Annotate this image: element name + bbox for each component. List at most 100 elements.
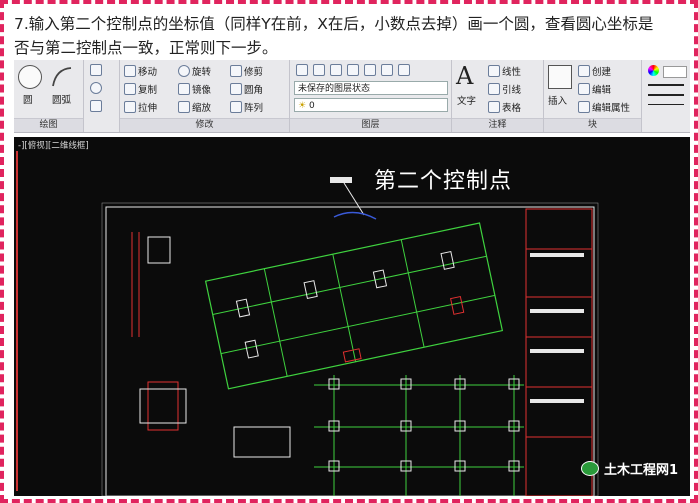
- create-label: 创建: [592, 67, 612, 78]
- trim-label: 修剪: [244, 67, 264, 78]
- insert-button-label[interactable]: 插入: [548, 93, 567, 107]
- layer-off-icon[interactable]: [381, 64, 393, 76]
- rotate-label: 旋转: [192, 67, 212, 78]
- lineweight-line[interactable]: [648, 84, 684, 86]
- edit-block-icon: [578, 83, 590, 95]
- edit-attributes-label: 编辑属性: [592, 103, 631, 114]
- move-icon: [124, 65, 136, 77]
- trim-button[interactable]: 修剪: [230, 64, 263, 78]
- panel-label-block: 块: [544, 118, 641, 132]
- pile-cap-7: [450, 295, 465, 315]
- plan-grid-v1: [263, 268, 288, 377]
- panel-label-modify: 修改: [120, 118, 289, 132]
- edit-label: 编辑: [592, 85, 612, 96]
- color-swatch[interactable]: [663, 66, 687, 78]
- ellipse-icon: [90, 82, 102, 94]
- layer-previous-icon[interactable]: [330, 64, 342, 76]
- ellipse-tool[interactable]: [90, 82, 102, 94]
- current-layer-value: 0: [308, 101, 315, 111]
- array-icon: [230, 101, 242, 113]
- layer-state-dropdown[interactable]: 未保存的图层状态: [294, 81, 448, 95]
- layer-properties-icon[interactable]: [296, 64, 308, 76]
- leader-icon: [488, 83, 500, 95]
- create-block-button[interactable]: 创建: [578, 64, 611, 78]
- panel-properties: [642, 60, 690, 132]
- linear-dimension-button[interactable]: 线性: [488, 64, 521, 78]
- detail-1-column: [147, 236, 171, 264]
- detail-2-outline: [139, 388, 187, 424]
- transparency-line[interactable]: [648, 104, 684, 105]
- linear-dimension-icon: [488, 65, 500, 77]
- title-bar-2: [530, 309, 584, 313]
- mirror-button[interactable]: 镜像: [178, 82, 211, 96]
- layer-freeze-icon[interactable]: [364, 64, 376, 76]
- drawing-canvas[interactable]: -][俯视][二维线框] 第二个控制点 土木工程网1: [14, 137, 690, 496]
- lower-plan: [314, 375, 524, 496]
- scale-label: 缩放: [192, 103, 212, 114]
- stretch-button[interactable]: 拉伸: [124, 100, 157, 114]
- callout-leader: [343, 182, 365, 216]
- scale-icon: [178, 101, 190, 113]
- cad-drawing: [101, 177, 599, 496]
- instruction-caption: 7.输入第二个控制点的坐标值（同样Y在前，X在后，小数点去掉）画一个圆，查看圆心…: [14, 12, 694, 60]
- insert-block-icon[interactable]: [548, 65, 572, 89]
- rectangle-tool[interactable]: [90, 64, 102, 76]
- rectangle-icon: [90, 64, 102, 76]
- panel-annotation: A 文字 线性 引线 表格 注释: [452, 60, 544, 132]
- text-tool-icon[interactable]: A: [456, 62, 473, 90]
- mirror-icon: [178, 83, 190, 95]
- table-label: 表格: [502, 103, 522, 114]
- panel-layers: 未保存的图层状态 ☀ 0 图层: [290, 60, 452, 132]
- circle-icon[interactable]: [18, 65, 42, 89]
- title-bar-4: [530, 399, 584, 403]
- control-point-marker: [333, 211, 377, 220]
- rotated-plan: [204, 222, 504, 390]
- array-button[interactable]: 阵列: [230, 100, 263, 114]
- hatch-icon: [90, 100, 102, 112]
- linear-label: 线性: [502, 67, 522, 78]
- panel-draw-tools: [84, 60, 120, 132]
- title-bar-1: [530, 253, 584, 257]
- copy-icon: [124, 83, 136, 95]
- plan-outline: [204, 222, 504, 390]
- create-block-icon: [578, 65, 590, 77]
- copy-label: 复制: [138, 85, 158, 96]
- fillet-button[interactable]: 圆角: [230, 82, 263, 96]
- text-button-label[interactable]: 文字: [457, 93, 476, 107]
- layer-lock-icon[interactable]: [398, 64, 410, 76]
- watermark-text: 土木工程网1: [603, 463, 678, 478]
- lightbulb-icon: ☀: [298, 101, 307, 111]
- stretch-icon: [124, 101, 136, 113]
- hatch-tool[interactable]: [90, 100, 102, 112]
- move-button[interactable]: 移动: [124, 64, 157, 78]
- layer-isolate-icon[interactable]: [347, 64, 359, 76]
- panel-label-layers: 图层: [290, 118, 451, 132]
- circle-button-label[interactable]: 圆: [23, 92, 33, 106]
- pile-cap-5: [244, 339, 259, 359]
- stretch-label: 拉伸: [138, 103, 158, 114]
- plan-grid-v3: [400, 239, 425, 348]
- title-bar-3: [530, 349, 584, 353]
- ribbon: 圆 圆弧 绘图 移动 旋转 修剪 复制 镜像 圆角 拉伸 缩放 阵列 修改 未保…: [14, 60, 690, 133]
- table-button[interactable]: 表格: [488, 100, 521, 114]
- current-layer-dropdown[interactable]: ☀ 0: [294, 98, 448, 112]
- panel-label-annotation: 注释: [452, 118, 543, 132]
- rotate-icon: [178, 65, 190, 77]
- caption-line-2: 否与第二控制点一致，正常则下一步。: [14, 39, 278, 57]
- edit-attributes-button[interactable]: 编辑属性: [578, 100, 630, 114]
- scale-button[interactable]: 缩放: [178, 100, 211, 114]
- edit-block-button[interactable]: 编辑: [578, 82, 611, 96]
- layer-match-icon[interactable]: [313, 64, 325, 76]
- rotate-button[interactable]: 旋转: [178, 64, 211, 78]
- arc-icon[interactable]: [50, 65, 74, 89]
- linetype-line[interactable]: [648, 94, 684, 96]
- move-label: 移动: [138, 67, 158, 78]
- layer-tools-row: [296, 64, 410, 76]
- wechat-icon: [580, 461, 599, 476]
- copy-button[interactable]: 复制: [124, 82, 157, 96]
- leader-button[interactable]: 引线: [488, 82, 521, 96]
- control-point-callout-text: 第二个控制点: [374, 169, 513, 194]
- arc-button-label[interactable]: 圆弧: [52, 92, 71, 106]
- sheet-outer-border: [101, 202, 599, 496]
- color-wheel-icon[interactable]: [648, 65, 659, 76]
